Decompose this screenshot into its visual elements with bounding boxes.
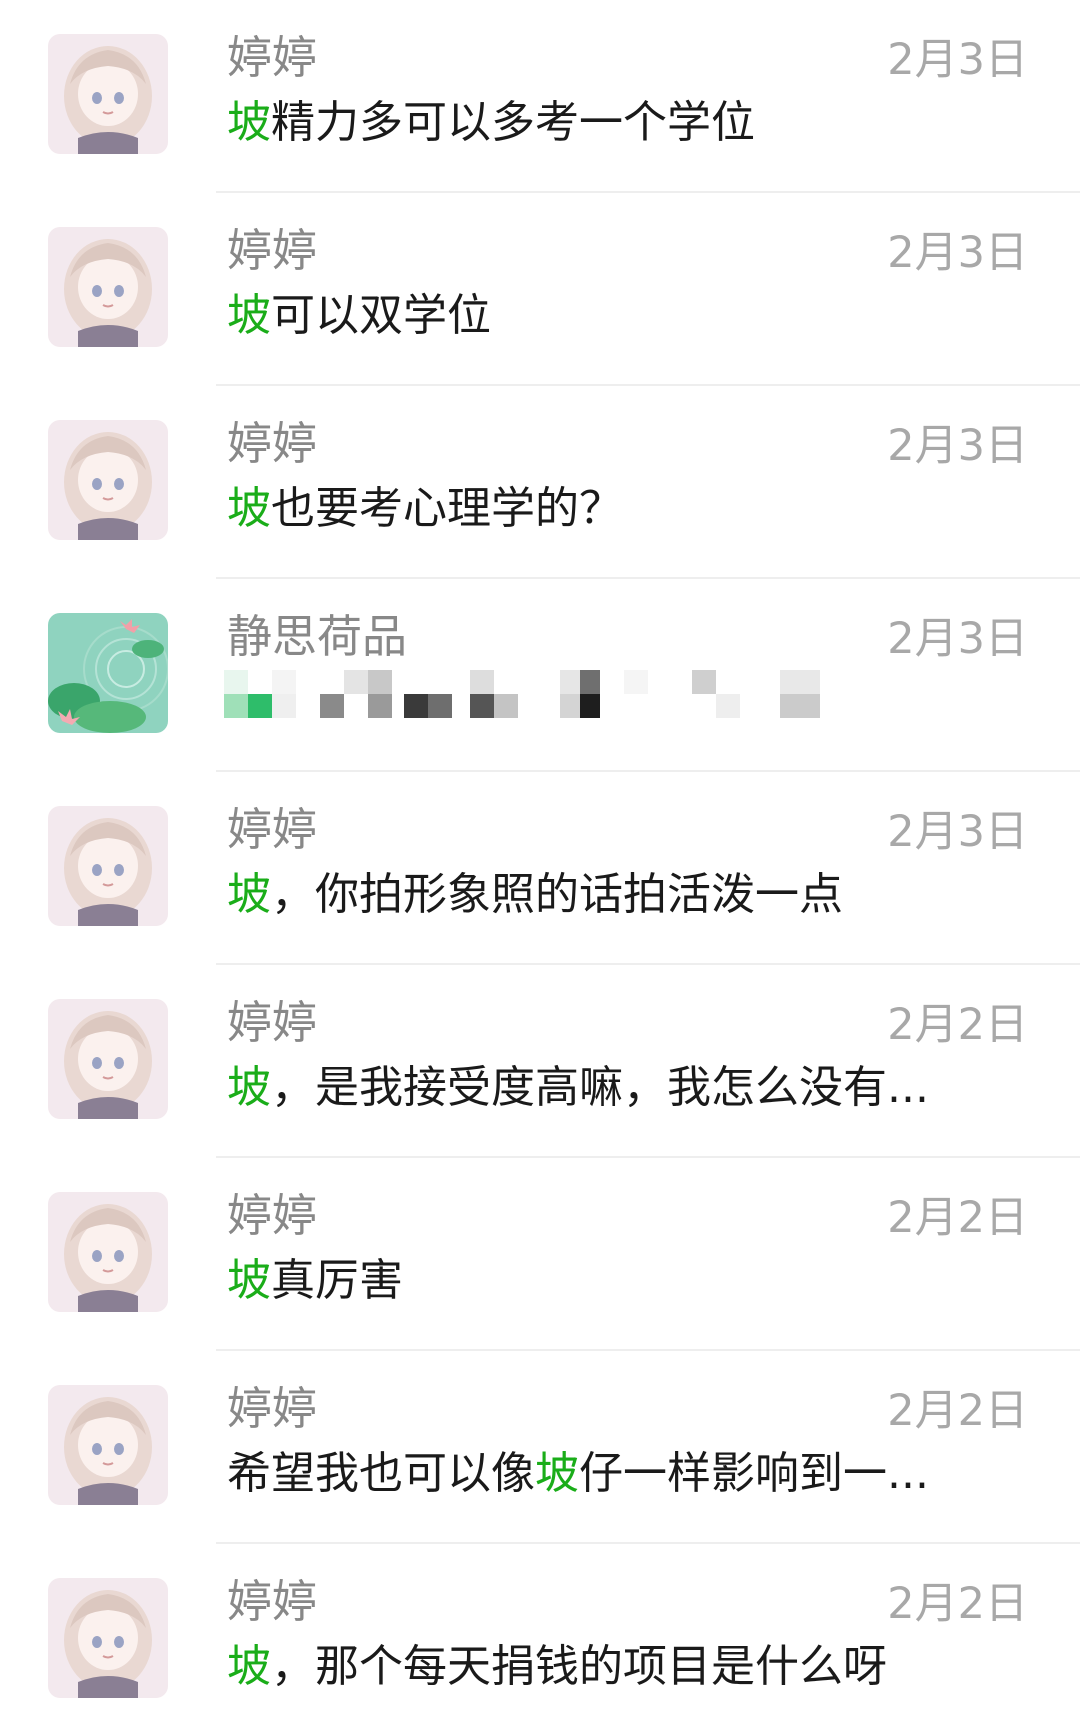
chat-result-row[interactable]: 婷婷 2月2日 坡，那个每天捐钱的项目是什么呀 bbox=[0, 1544, 1080, 1729]
snippet-text: 仔一样影响到一... bbox=[579, 1448, 929, 1499]
message-date: 2月2日 bbox=[887, 1386, 1028, 1436]
keyword-highlight: 坡 bbox=[227, 290, 271, 341]
message-date: 2月3日 bbox=[887, 614, 1028, 664]
message-date: 2月3日 bbox=[887, 228, 1028, 278]
keyword-highlight: 坡 bbox=[227, 97, 271, 148]
girl-avatar-icon bbox=[48, 34, 168, 154]
contact-name: 婷婷 bbox=[227, 803, 318, 856]
girl-avatar-icon bbox=[48, 1385, 168, 1505]
chat-result-row[interactable]: 婷婷 2月3日 坡也要考心理学的？ bbox=[0, 386, 1080, 579]
snippet-text: 希望我也可以像 bbox=[227, 1448, 535, 1499]
contact-name: 婷婷 bbox=[227, 1382, 318, 1435]
snippet-text: 可以双学位 bbox=[271, 290, 491, 341]
snippet-text: 也要考心理学的？ bbox=[271, 483, 623, 534]
contact-name: 婷婷 bbox=[227, 1575, 318, 1628]
message-date: 2月3日 bbox=[887, 35, 1028, 85]
message-snippet: 坡也要考心理学的？ bbox=[227, 478, 947, 540]
contact-name: 婷婷 bbox=[227, 417, 318, 470]
message-snippet: 坡精力多可以多考一个学位 bbox=[227, 92, 947, 154]
message-snippet: 坡，你拍形象照的话拍活泼一点 bbox=[227, 864, 947, 926]
keyword-highlight: 坡 bbox=[227, 483, 271, 534]
message-date: 2月2日 bbox=[887, 1000, 1028, 1050]
girl-avatar-icon bbox=[48, 227, 168, 347]
contact-name: 婷婷 bbox=[227, 31, 318, 84]
contact-name: 婷婷 bbox=[227, 1189, 318, 1242]
message-snippet: 希望我也可以像坡仔一样影响到一... bbox=[227, 1443, 947, 1505]
chat-result-row[interactable]: 婷婷 2月3日 坡精力多可以多考一个学位 bbox=[0, 0, 1080, 193]
keyword-highlight: 坡 bbox=[227, 1062, 271, 1113]
message-snippet: 坡，是我接受度高嘛，我怎么没有... bbox=[227, 1057, 947, 1119]
chat-result-row[interactable]: 婷婷 2月3日 坡，你拍形象照的话拍活泼一点 bbox=[0, 772, 1080, 965]
keyword-highlight: 坡 bbox=[227, 1255, 271, 1306]
message-date: 2月3日 bbox=[887, 421, 1028, 471]
chat-result-row[interactable]: 婷婷 2月3日 坡可以双学位 bbox=[0, 193, 1080, 386]
message-date: 2月2日 bbox=[887, 1579, 1028, 1629]
contact-name: 静思荷品 bbox=[227, 610, 408, 663]
message-snippet: 坡，那个每天捐钱的项目是什么呀 bbox=[227, 1636, 947, 1698]
snippet-text: 精力多可以多考一个学位 bbox=[271, 97, 755, 148]
message-date: 2月3日 bbox=[887, 807, 1028, 857]
chat-result-row[interactable]: 婷婷 2月2日 希望我也可以像坡仔一样影响到一... bbox=[0, 1351, 1080, 1544]
lotus-pond-avatar-icon bbox=[48, 613, 168, 733]
contact-name: 婷婷 bbox=[227, 996, 318, 1049]
message-date: 2月2日 bbox=[887, 1193, 1028, 1243]
keyword-highlight: 坡 bbox=[535, 1448, 579, 1499]
snippet-text: ，那个每天捐钱的项目是什么呀 bbox=[271, 1641, 887, 1692]
girl-avatar-icon bbox=[48, 806, 168, 926]
snippet-text: ，是我接受度高嘛，我怎么没有... bbox=[271, 1062, 929, 1113]
girl-avatar-icon bbox=[48, 999, 168, 1119]
keyword-highlight: 坡 bbox=[227, 869, 271, 920]
keyword-highlight: 坡 bbox=[227, 1641, 271, 1692]
girl-avatar-icon bbox=[48, 1578, 168, 1698]
message-snippet: 坡可以双学位 bbox=[227, 285, 947, 347]
contact-name: 婷婷 bbox=[227, 224, 318, 277]
snippet-text: ，你拍形象照的话拍活泼一点 bbox=[271, 869, 843, 920]
search-results-list: 婷婷 2月3日 坡精力多可以多考一个学位 婷婷 2月3日 坡可以双学位 婷婷 2… bbox=[0, 0, 1080, 1729]
snippet-text: 真厉害 bbox=[271, 1255, 403, 1306]
girl-avatar-icon bbox=[48, 1192, 168, 1312]
chat-result-row[interactable]: 婷婷 2月2日 坡，是我接受度高嘛，我怎么没有... bbox=[0, 965, 1080, 1158]
chat-result-row[interactable]: 婷婷 2月2日 坡真厉害 bbox=[0, 1158, 1080, 1351]
girl-avatar-icon bbox=[48, 420, 168, 540]
message-snippet: 坡真厉害 bbox=[227, 1250, 947, 1312]
obscured-message-mosaic bbox=[224, 670, 924, 720]
